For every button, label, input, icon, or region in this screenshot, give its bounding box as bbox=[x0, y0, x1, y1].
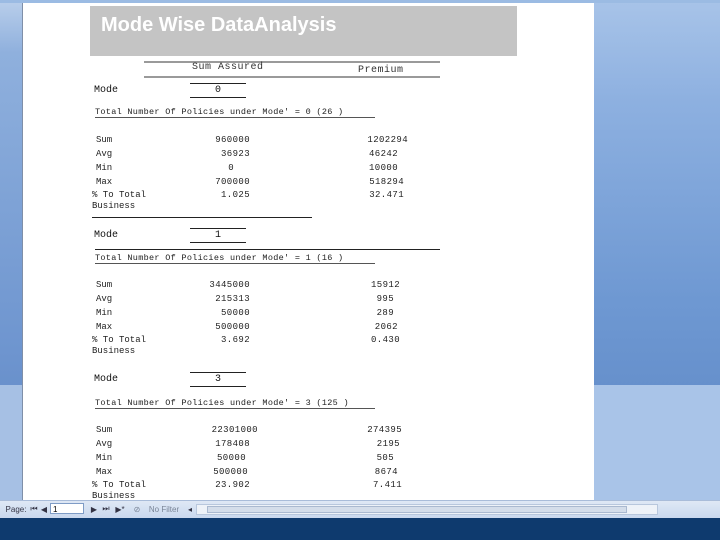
total-underline bbox=[95, 408, 375, 409]
row-label-avg: Avg bbox=[96, 439, 113, 449]
row-label-max: Max bbox=[96, 322, 113, 332]
right-background-panel bbox=[594, 3, 720, 500]
left-lower-panel bbox=[0, 385, 22, 500]
total-policies-line: Total Number Of Policies under Mode' = 1… bbox=[95, 253, 344, 263]
premium-pct: 7.411 bbox=[372, 480, 402, 490]
filter-status[interactable]: No Filter bbox=[144, 503, 184, 515]
sum-assured-pct: 23.902 bbox=[215, 480, 250, 490]
report-title-box: Mode Wise DataAnalysis bbox=[90, 6, 517, 56]
sum-assured-sum: 3445000 bbox=[209, 280, 250, 290]
premium-min: 10000 bbox=[368, 163, 398, 173]
row-label-pct: % To Total bbox=[92, 190, 147, 200]
sum-assured-avg: 178408 bbox=[215, 439, 250, 449]
total-policies-line: Total Number Of Policies under Mode' = 0… bbox=[95, 107, 344, 117]
previous-page-button[interactable]: ◀ bbox=[39, 503, 49, 515]
mode-value-rule-bottom bbox=[190, 386, 246, 387]
sum-assured-avg: 215313 bbox=[215, 294, 250, 304]
row-label-max: Max bbox=[96, 467, 113, 477]
report-title: Mode Wise DataAnalysis bbox=[101, 14, 337, 36]
mode-value: 1 bbox=[214, 230, 221, 241]
page-left-border bbox=[22, 3, 23, 500]
row-label-min: Min bbox=[96, 308, 113, 318]
row-label-sum: Sum bbox=[96, 135, 113, 145]
page-label: Page: bbox=[5, 504, 27, 514]
row-label-pct: % To Total bbox=[92, 480, 147, 490]
sum-assured-pct: 3.692 bbox=[220, 335, 250, 345]
row-label-max: Max bbox=[96, 177, 113, 187]
sum-assured-min: 50000 bbox=[216, 453, 246, 463]
mode-label: Mode bbox=[94, 85, 119, 96]
mode-value-rule-top bbox=[190, 228, 246, 229]
record-navigation-bar: Page: ⏮ ◀ 1 ▶ ⏭ ▶* ⊘ No Filter ◂ bbox=[0, 500, 720, 518]
search-marker-icon: ◂ bbox=[187, 504, 192, 514]
mode-value: 3 bbox=[214, 374, 221, 385]
premium-pct: 0.430 bbox=[370, 335, 400, 345]
row-label-min: Min bbox=[96, 163, 113, 173]
header-rule-bottom bbox=[144, 76, 440, 78]
premium-avg: 2195 bbox=[376, 439, 400, 449]
premium-sum: 15912 bbox=[370, 280, 400, 290]
page-number-input[interactable]: 1 bbox=[50, 503, 84, 514]
total-underline bbox=[95, 263, 375, 264]
row-label-min: Min bbox=[96, 453, 113, 463]
premium-avg: 46242 bbox=[368, 149, 398, 159]
next-page-button[interactable]: ▶ bbox=[89, 503, 99, 515]
premium-avg: 995 bbox=[376, 294, 394, 304]
premium-min: 289 bbox=[376, 308, 394, 318]
mode-value: 0 bbox=[214, 85, 221, 96]
mode-value-rule-top bbox=[190, 372, 246, 373]
total-underline bbox=[95, 117, 375, 118]
new-record-button[interactable]: ▶* bbox=[113, 503, 127, 515]
sum-assured-min: 50000 bbox=[220, 308, 250, 318]
row-label-sum: Sum bbox=[96, 280, 113, 290]
premium-sum: 1202294 bbox=[367, 135, 408, 145]
mode-label: Mode bbox=[94, 374, 119, 385]
last-page-button[interactable]: ⏭ bbox=[100, 503, 112, 515]
sum-assured-avg: 36923 bbox=[220, 149, 250, 159]
report-page[interactable]: Mode Wise DataAnalysis Sum Assured Premi… bbox=[22, 3, 594, 500]
row-label-avg: Avg bbox=[96, 294, 113, 304]
group-separator bbox=[92, 217, 312, 218]
total-policies-line: Total Number Of Policies under Mode' = 3… bbox=[95, 398, 349, 408]
row-label-sum: Sum bbox=[96, 425, 113, 435]
row-label-avg: Avg bbox=[96, 149, 113, 159]
row-label-pct: % To Total bbox=[92, 335, 147, 345]
sum-assured-max: 500000 bbox=[215, 322, 250, 332]
premium-max: 8674 bbox=[374, 467, 398, 477]
sum-assured-max: 700000 bbox=[215, 177, 250, 187]
premium-min: 505 bbox=[376, 453, 394, 463]
premium-pct: 32.471 bbox=[369, 190, 404, 200]
row-label-business: Business bbox=[92, 491, 136, 500]
premium-max: 518294 bbox=[369, 177, 404, 187]
mode-label: Mode bbox=[94, 230, 119, 241]
sum-assured-max: 500000 bbox=[213, 467, 248, 477]
filter-icon: ⊘ bbox=[133, 504, 141, 514]
sum-assured-sum: 22301000 bbox=[211, 425, 258, 435]
group-top-rule bbox=[95, 249, 440, 250]
status-bar bbox=[0, 518, 720, 540]
mode-value-rule-bottom bbox=[190, 242, 246, 243]
sum-assured-pct: 1.025 bbox=[220, 190, 250, 200]
right-lower-panel bbox=[594, 385, 720, 500]
row-label-business: Business bbox=[92, 201, 136, 211]
header-rule-top bbox=[144, 61, 440, 63]
sum-assured-min: 0 bbox=[228, 163, 234, 173]
mode-value-rule-bottom bbox=[190, 97, 246, 98]
sum-assured-sum: 960000 bbox=[215, 135, 250, 145]
horizontal-scrollbar[interactable] bbox=[196, 504, 658, 515]
sum-assured-header: Sum Assured bbox=[192, 62, 264, 73]
horizontal-scroll-thumb[interactable] bbox=[207, 506, 627, 513]
left-background-panel bbox=[0, 3, 22, 500]
mode-value-rule-top bbox=[190, 83, 246, 84]
first-page-button[interactable]: ⏮ bbox=[29, 503, 39, 515]
premium-sum: 274395 bbox=[367, 425, 402, 435]
premium-header: Premium bbox=[358, 65, 404, 76]
row-label-business: Business bbox=[92, 346, 136, 356]
premium-max: 2062 bbox=[374, 322, 398, 332]
